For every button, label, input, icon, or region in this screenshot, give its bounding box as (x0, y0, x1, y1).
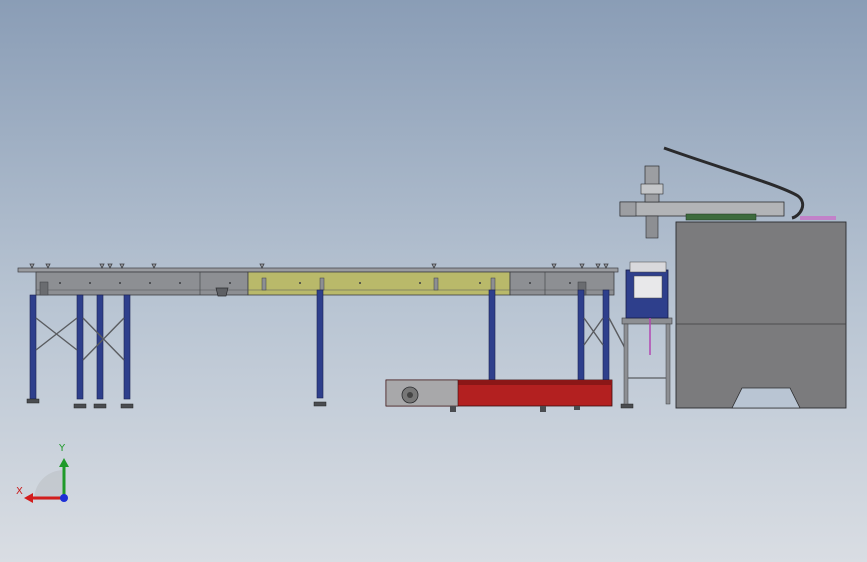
z-axis-dot (60, 494, 68, 502)
orientation-triad (24, 458, 69, 503)
machine-station (619, 146, 847, 409)
conveyor-frame-left (35, 271, 249, 296)
x-axis-label: X (16, 486, 23, 497)
rail-guide-posts (29, 263, 609, 269)
conveyor-frame-right (509, 271, 615, 296)
conveyor-top-rail (17, 267, 619, 273)
cad-viewport[interactable]: X Y (0, 0, 867, 562)
main-cabinet (675, 221, 847, 409)
drive-bracket (215, 287, 229, 297)
lower-red-conveyor (385, 379, 613, 412)
y-axis-label: Y (59, 443, 66, 454)
conveyor-assembly-model[interactable] (0, 0, 867, 562)
triad-quarter-disc (34, 470, 64, 500)
conveyor-belt-section (247, 271, 511, 296)
